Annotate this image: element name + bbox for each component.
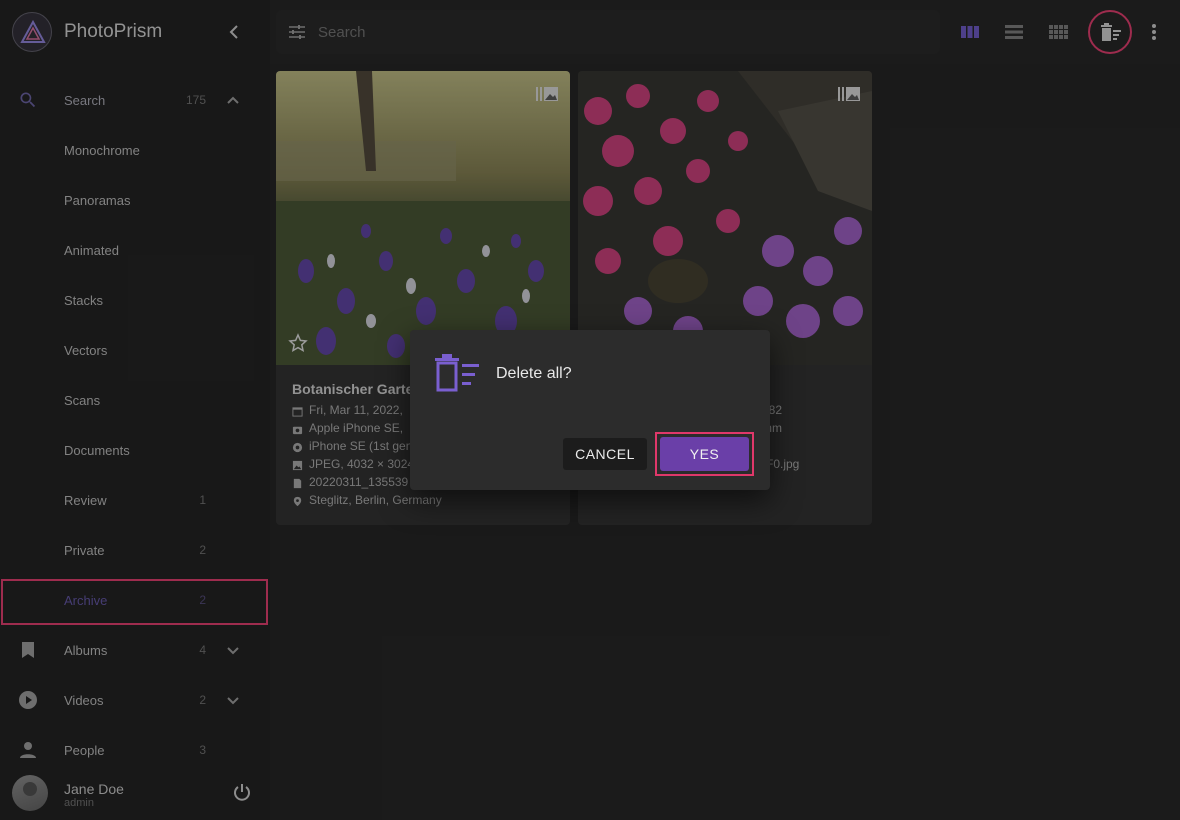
yes-highlight-box: YES [655,432,754,476]
delete-all-dialog: Delete all? CANCEL YES [410,330,770,490]
dialog-message: Delete all? [496,365,572,382]
yes-button[interactable]: YES [660,437,749,471]
cancel-button[interactable]: CANCEL [563,438,647,470]
delete-sweep-icon [434,352,480,392]
